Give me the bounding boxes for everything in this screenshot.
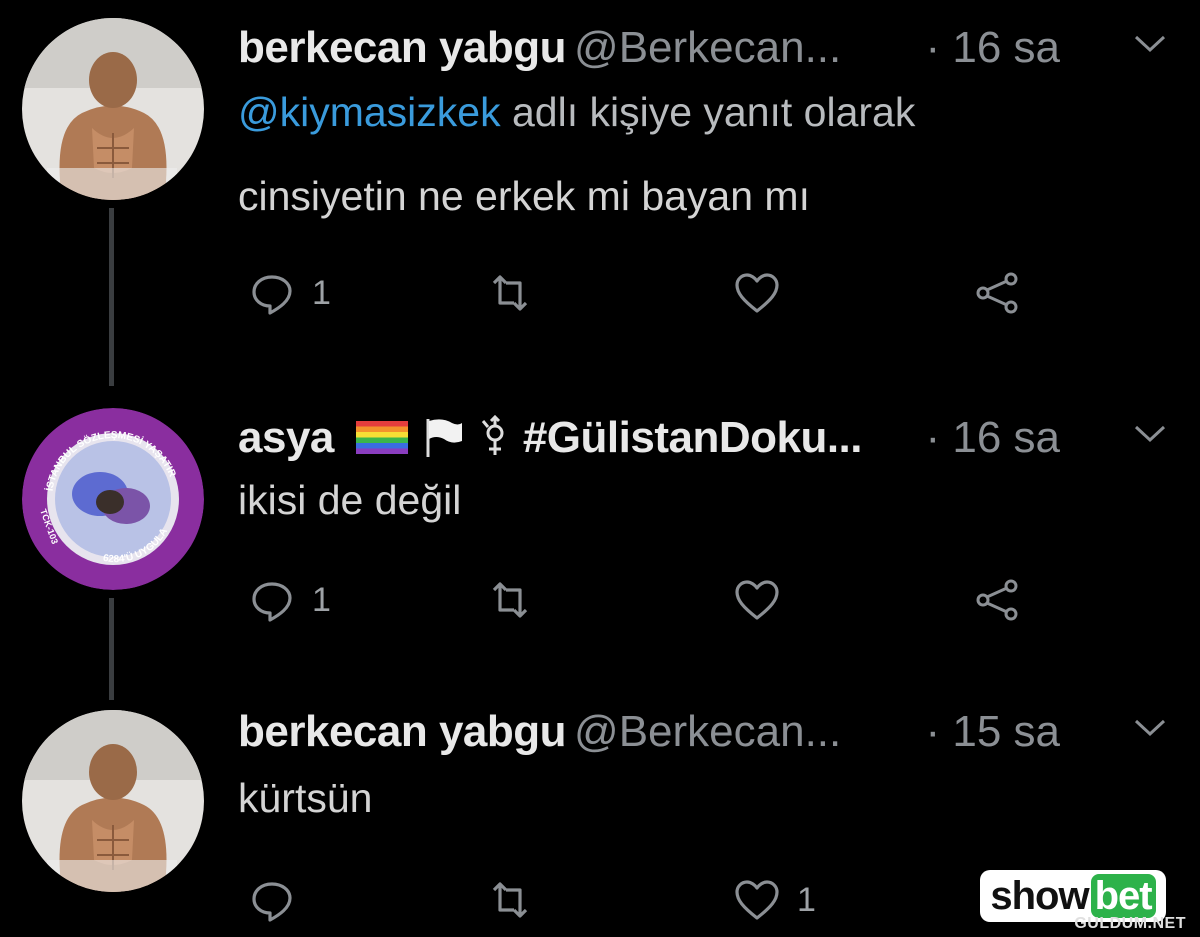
avatar-berkecan[interactable] bbox=[22, 710, 204, 892]
timestamp[interactable]: · 16 sa bbox=[925, 408, 1060, 468]
author-name[interactable]: berkecan yabgu bbox=[238, 707, 567, 756]
retweet-icon bbox=[492, 275, 528, 311]
like-button[interactable] bbox=[733, 263, 797, 323]
reply-context-text: adlı kişiye yanıt olarak bbox=[500, 89, 916, 135]
reply-icon bbox=[252, 582, 292, 622]
tweet-text: ikisi de değil bbox=[238, 477, 462, 523]
reply-icon bbox=[252, 882, 292, 922]
timestamp[interactable]: · 15 sa bbox=[925, 702, 1060, 762]
retweet-button[interactable] bbox=[486, 870, 534, 930]
chevron-down-icon[interactable] bbox=[1130, 414, 1170, 454]
tweet-text: kürtsün bbox=[238, 775, 373, 821]
author-name[interactable]: berkecan yabgu bbox=[238, 23, 567, 72]
chevron-down-icon[interactable] bbox=[1130, 24, 1170, 64]
like-button[interactable]: 1 bbox=[733, 870, 816, 930]
like-icon bbox=[735, 273, 779, 313]
reply-icon bbox=[252, 275, 292, 315]
timestamp[interactable]: · 16 sa bbox=[925, 18, 1060, 78]
reply-context: @kiymasizkek adlı kişiye yanıt olarak bbox=[238, 84, 915, 140]
avatar-badge-icon: İSTANBUL SÖZLEŞMESİ YAŞATIR 6284'Ü UYGUL… bbox=[22, 408, 204, 590]
rainbow-flag-icon bbox=[356, 421, 409, 455]
retweet-button[interactable] bbox=[486, 263, 534, 323]
brand-logo-text-a: show bbox=[990, 873, 1089, 918]
chevron-down-icon[interactable] bbox=[1130, 708, 1170, 748]
share-button[interactable] bbox=[973, 263, 1021, 323]
retweet-icon bbox=[492, 582, 528, 618]
avatar-berkecan[interactable] bbox=[22, 18, 204, 200]
brand-logo-text-b: bet bbox=[1090, 874, 1156, 918]
tweet-header: berkecan yabgu @Berkecan... · 16 sa bbox=[238, 18, 1170, 78]
like-icon bbox=[735, 580, 779, 620]
tweet-header: asya #GülistanDoku... · 16 sa bbox=[238, 408, 1170, 468]
author-name-hashtag[interactable]: #GülistanDoku... bbox=[523, 413, 863, 462]
avatar-photo-icon bbox=[22, 18, 204, 200]
tweet-header: berkecan yabgu @Berkecan... · 15 sa bbox=[238, 702, 1170, 762]
reply-count: 1 bbox=[312, 273, 331, 312]
reply-button[interactable]: 1 bbox=[248, 263, 331, 323]
like-icon bbox=[735, 880, 779, 920]
tweet-text: cinsiyetin ne erkek mi bayan mı bbox=[238, 173, 810, 219]
share-button[interactable] bbox=[973, 570, 1021, 630]
mention-link[interactable]: @kiymasizkek bbox=[238, 89, 501, 135]
retweet-icon bbox=[492, 882, 528, 918]
author-name[interactable]: asya bbox=[238, 413, 334, 462]
action-bar: 1 bbox=[238, 870, 1058, 930]
share-icon bbox=[976, 579, 1018, 621]
author-handle[interactable]: @Berkecan... bbox=[574, 707, 841, 756]
site-watermark: GULDUM.NET bbox=[1074, 915, 1186, 932]
avatar-photo-icon bbox=[22, 710, 204, 892]
tweet-2[interactable]: İSTANBUL SÖZLEŞMESİ YAŞATIR 6284'Ü UYGUL… bbox=[0, 408, 1200, 638]
retweet-button[interactable] bbox=[486, 570, 534, 630]
reply-count: 1 bbox=[312, 580, 331, 619]
reply-button[interactable]: 1 bbox=[248, 570, 331, 630]
tweet-1[interactable]: berkecan yabgu @Berkecan... · 16 sa @kiym… bbox=[0, 18, 1200, 338]
avatar-asya[interactable]: İSTANBUL SÖZLEŞMESİ YAŞATIR 6284'Ü UYGUL… bbox=[22, 408, 204, 590]
transgender-symbol-icon bbox=[481, 415, 504, 456]
action-bar: 1 bbox=[238, 570, 1058, 630]
like-count: 1 bbox=[797, 880, 816, 919]
action-bar: 1 bbox=[238, 263, 1058, 323]
like-button[interactable] bbox=[733, 570, 797, 630]
author-handle[interactable]: @Berkecan... bbox=[574, 23, 841, 72]
reply-button[interactable] bbox=[248, 870, 312, 930]
share-icon bbox=[976, 272, 1018, 314]
white-flag-icon bbox=[426, 419, 463, 458]
